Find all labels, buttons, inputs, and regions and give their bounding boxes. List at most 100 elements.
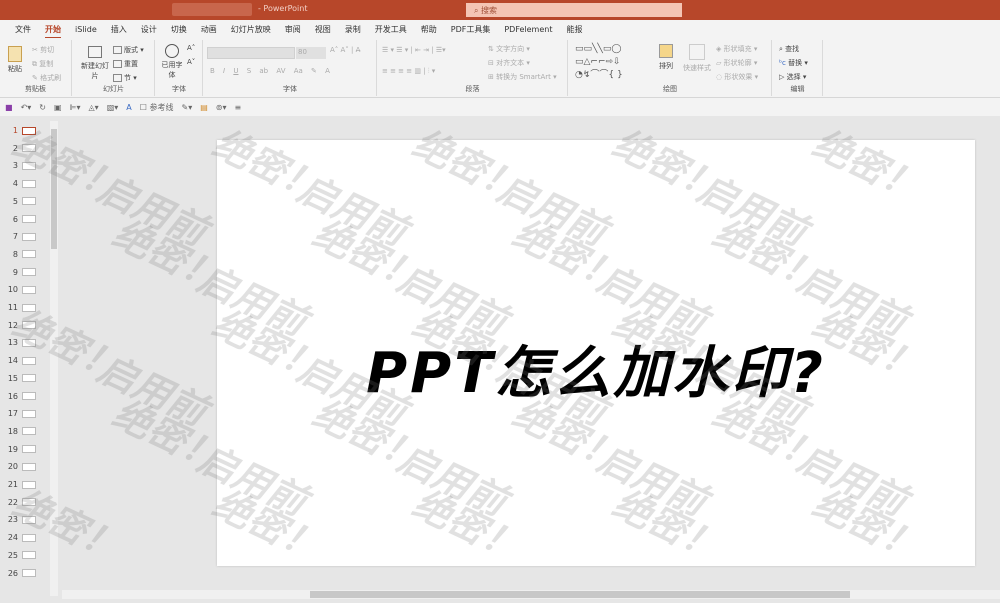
tab-9[interactable]: 视图 [308, 24, 338, 35]
slide-thumbnail[interactable]: 9 [0, 264, 50, 281]
fill-icon[interactable]: ◬▾ [89, 103, 99, 112]
slide-thumbnail[interactable]: 21 [0, 476, 50, 493]
select-pane-icon[interactable]: ▤ [200, 103, 208, 112]
scroll-thumb[interactable] [51, 129, 57, 249]
slide-canvas[interactable]: PPT怎么加水印? [217, 140, 975, 566]
slide-thumbnail[interactable]: 14 [0, 352, 50, 369]
used-fonts-label: 字体 [172, 85, 186, 93]
align-icon[interactable]: ⊫▾ [70, 103, 81, 112]
tab-14[interactable]: PDFelement [497, 25, 559, 34]
slide-thumbnail[interactable]: 22 [0, 494, 50, 511]
font-size-select[interactable]: 80 [296, 47, 326, 59]
quick-styles-button[interactable]: 快速样式 [683, 44, 711, 73]
customize-qat-icon[interactable]: ≡ [234, 103, 241, 112]
slide-number: 18 [7, 426, 18, 436]
slide-thumbnail[interactable]: 2 [0, 140, 50, 157]
used-fonts-button[interactable]: 已用字体 [161, 44, 183, 80]
slide-thumbnail[interactable]: 20 [0, 458, 50, 475]
slide-thumbnail[interactable]: 8 [0, 246, 50, 263]
list-buttons[interactable]: ☰ ▾ ☰ ▾ | ⇤ ⇥ | ☰▾ [382, 46, 446, 54]
tab-7[interactable]: 幻灯片放映 [224, 24, 278, 35]
tab-3[interactable]: 插入 [104, 24, 134, 35]
tab-12[interactable]: 帮助 [414, 24, 444, 35]
new-slide-button[interactable]: 新建幻灯片 [81, 46, 109, 81]
tab-2[interactable]: iSlide [68, 25, 104, 34]
slide-number: 12 [7, 320, 18, 330]
tab-1[interactable]: 开始 [38, 24, 68, 39]
section-button[interactable]: 节 ▾ [113, 73, 137, 83]
thumbnail-image [22, 250, 36, 259]
slide-thumbnail[interactable]: 17 [0, 405, 50, 422]
slide-thumbnail[interactable]: 11 [0, 299, 50, 316]
reset-button[interactable]: 重置 [113, 59, 138, 69]
tab-15[interactable]: 能报 [559, 24, 589, 35]
find-button[interactable]: ⌕ 查找 [779, 44, 799, 54]
slide-thumbnail[interactable]: 5 [0, 193, 50, 210]
slide-thumbnail[interactable]: 26 [0, 565, 50, 582]
shape-effects-button[interactable]: ◌ 形状效果 ▾ [716, 72, 758, 82]
tab-5[interactable]: 切换 [164, 24, 194, 35]
replace-button[interactable]: ᵇc 替换 ▾ [779, 58, 808, 68]
smartart-button[interactable]: ⊞ 转换为 SmartArt ▾ [488, 72, 557, 82]
align-buttons[interactable]: ≡ ≡ ≡ ≡ ▥ | ⫶ ▾ [382, 67, 435, 76]
text-direction-button[interactable]: ⇅ 文字方向 ▾ [488, 44, 530, 54]
shape-outline-button[interactable]: ▱ 形状轮廓 ▾ [716, 58, 757, 68]
select-button[interactable]: ▷ 选择 ▾ [779, 72, 806, 82]
slide-thumbnail[interactable]: 4 [0, 175, 50, 192]
guides-checkbox[interactable]: ☐ 参考线 [140, 102, 174, 113]
slide-thumbnail[interactable]: 24 [0, 529, 50, 546]
copy-button[interactable]: ⧉ 复制 [32, 59, 53, 69]
shrink-font-icon[interactable]: A˅ [187, 58, 195, 66]
slide-thumbnail[interactable]: 12 [0, 317, 50, 334]
tab-10[interactable]: 录制 [338, 24, 368, 35]
slide-number: 21 [7, 480, 18, 489]
thumbnail-scrollbar[interactable] [50, 121, 58, 596]
slide-number: 19 [7, 444, 18, 454]
tab-0[interactable]: 文件 [8, 24, 38, 35]
tab-8[interactable]: 审阅 [278, 24, 308, 35]
slide-thumbnail[interactable]: 19 [0, 441, 50, 458]
slide-thumbnail[interactable]: 3 [0, 157, 50, 174]
font-name-select[interactable] [207, 47, 295, 59]
align-text-button[interactable]: ⊟ 对齐文本 ▾ [488, 58, 530, 68]
slide-number: 1 [12, 126, 18, 135]
tab-11[interactable]: 开发工具 [368, 24, 414, 35]
horizontal-scrollbar[interactable] [62, 590, 1000, 599]
font-size-buttons[interactable]: A˄ A˅ | A̶ [330, 46, 360, 54]
slide-thumbnail[interactable]: 10 [0, 281, 50, 298]
save-icon[interactable]: ■ [5, 103, 13, 112]
slide-thumbnail[interactable]: 16 [0, 388, 50, 405]
font-format-buttons[interactable]: B I U S ab AV Aa ✎ A [210, 67, 330, 75]
slide-title[interactable]: PPT怎么加水印? [217, 328, 975, 409]
redo-icon[interactable]: ↻ [39, 103, 46, 112]
tab-13[interactable]: PDF工具集 [444, 24, 498, 35]
present-icon[interactable]: ▣ [54, 103, 62, 112]
arrange-button[interactable]: 排列 [659, 44, 673, 71]
paste-button[interactable]: 粘贴 [8, 46, 22, 74]
slide-thumbnail[interactable]: 25 [0, 547, 50, 564]
group-icon[interactable]: ⊚▾ [216, 103, 227, 112]
title-bar: - PowerPoint ⌕ 搜索 [0, 0, 1000, 20]
undo-icon[interactable]: ↶▾ [21, 103, 32, 112]
scroll-thumb[interactable] [310, 591, 850, 598]
slides-label: 幻灯片 [103, 85, 124, 93]
slide-thumbnail[interactable]: 13 [0, 334, 50, 351]
slide-thumbnail[interactable]: 18 [0, 423, 50, 440]
shape-icon[interactable]: ▧▾ [107, 103, 119, 112]
shape-fill-button[interactable]: ◈ 形状填充 ▾ [716, 44, 757, 54]
layout-button[interactable]: 版式 ▾ [113, 45, 144, 55]
slide-thumbnail[interactable]: 6 [0, 211, 50, 228]
textbox-icon[interactable]: A [126, 103, 131, 112]
tab-6[interactable]: 动画 [194, 24, 224, 35]
format-painter-button[interactable]: ✎ 格式刷 [32, 73, 61, 83]
search-input[interactable]: ⌕ 搜索 [466, 3, 682, 17]
slide-thumbnail[interactable]: 7 [0, 228, 50, 245]
slide-thumbnail[interactable]: 1 [0, 122, 50, 139]
slide-thumbnail[interactable]: 15 [0, 370, 50, 387]
cut-button[interactable]: ✂ 剪切 [32, 45, 54, 55]
tab-4[interactable]: 设计 [134, 24, 164, 35]
grow-font-icon[interactable]: A˄ [187, 44, 195, 52]
edit-shape-icon[interactable]: ✎▾ [181, 103, 192, 112]
shapes-gallery[interactable]: ▭▭╲╲▭◯ ▭△⌐⌐⇨⇩ ◔↯⌒⌒{ } [575, 43, 655, 83]
slide-thumbnail[interactable]: 23 [0, 511, 50, 528]
